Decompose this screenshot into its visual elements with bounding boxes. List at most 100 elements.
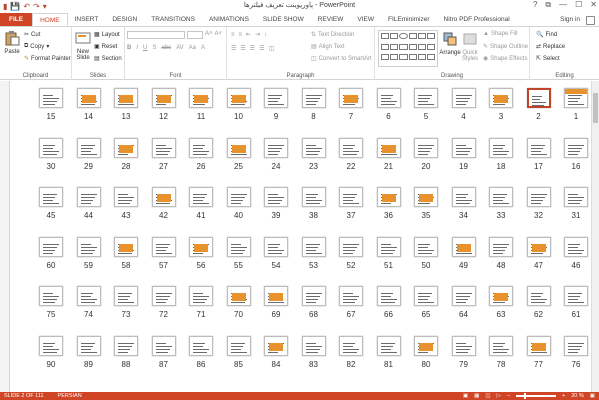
- font-size-input[interactable]: [187, 31, 203, 39]
- slide-thumbnail[interactable]: [189, 236, 213, 257]
- slide-thumbnail[interactable]: [226, 88, 251, 108]
- slide-thumbnail[interactable]: [189, 88, 213, 108]
- slide-thumbnail[interactable]: [489, 137, 513, 158]
- font-name-input[interactable]: [127, 31, 185, 39]
- tab-transitions[interactable]: TRANSITIONS: [144, 13, 202, 26]
- spacing-icon[interactable]: AV: [176, 45, 184, 51]
- slide-thumbnail[interactable]: [39, 335, 63, 356]
- signin-link[interactable]: Sign in: [560, 13, 580, 27]
- slide-thumbnail[interactable]: [526, 335, 551, 356]
- font-grow-shrink[interactable]: A˄ A˅: [205, 31, 222, 37]
- slide-thumbnail[interactable]: [526, 137, 551, 158]
- tab-home[interactable]: HOME: [32, 13, 68, 26]
- slide-thumbnail[interactable]: [376, 286, 401, 306]
- slide-thumbnail[interactable]: [76, 335, 101, 356]
- shape-textbox-icon[interactable]: [381, 33, 390, 39]
- slide-thumbnail[interactable]: [264, 187, 288, 207]
- slideshow-view-icon[interactable]: ▷: [497, 393, 501, 399]
- slide-thumbnail[interactable]: [301, 88, 326, 108]
- tab-nitro-pdf-professional[interactable]: Nitro PDF Professional: [437, 13, 517, 26]
- decrease-indent-icon[interactable]: ⇤: [246, 31, 251, 38]
- slide-thumbnail[interactable]: [564, 187, 588, 207]
- text-direction-button[interactable]: ⇅ Text Direction: [311, 31, 354, 39]
- slide-thumbnail[interactable]: [526, 236, 551, 257]
- slide-thumbnail[interactable]: [564, 286, 588, 306]
- slide-thumbnail[interactable]: [414, 187, 438, 207]
- shape-c-icon[interactable]: [399, 43, 408, 50]
- shape-line-icon[interactable]: [408, 33, 417, 39]
- case-icon[interactable]: Aa: [189, 45, 196, 51]
- copy-button[interactable]: ⧉ Copy ▾: [24, 43, 49, 50]
- vertical-scrollbar[interactable]: [591, 81, 599, 392]
- columns-icon[interactable]: ◫: [269, 45, 275, 52]
- align-right-icon[interactable]: ☰: [250, 45, 255, 52]
- shape-effects-button[interactable]: ◉ Shape Effects: [483, 55, 528, 63]
- slide-thumbnail[interactable]: [414, 236, 438, 257]
- tab-slide-show[interactable]: SLIDE SHOW: [256, 13, 311, 26]
- arrange-button[interactable]: Arrange: [439, 31, 461, 56]
- save-icon[interactable]: 💾: [10, 2, 20, 11]
- layout-button[interactable]: ▦ Layout: [94, 31, 120, 39]
- zoom-slider-thumb[interactable]: [524, 393, 527, 399]
- undo-icon[interactable]: ↶: [23, 2, 30, 11]
- slide-thumbnail[interactable]: [301, 335, 326, 356]
- shape-j-icon[interactable]: [408, 54, 417, 61]
- slide-thumbnail[interactable]: [489, 88, 513, 108]
- slide-thumbnail[interactable]: [414, 137, 438, 158]
- zoom-out-icon[interactable]: −: [507, 393, 510, 399]
- slide-thumbnail[interactable]: [564, 88, 588, 108]
- tab-view[interactable]: VIEW: [350, 13, 381, 26]
- shape-outline-button[interactable]: ✎ Shape Outline: [483, 43, 528, 51]
- shape-i-icon[interactable]: [399, 54, 408, 61]
- slide-thumbnail[interactable]: [301, 137, 326, 158]
- shape-fill-button[interactable]: ▲ Shape Fill: [483, 31, 518, 37]
- slide-thumbnail[interactable]: [376, 236, 401, 257]
- shape-f-icon[interactable]: [426, 43, 435, 50]
- slide-thumbnail[interactable]: [39, 236, 63, 257]
- shape-g-icon[interactable]: [381, 54, 390, 61]
- normal-view-icon[interactable]: ▣: [463, 393, 468, 399]
- slide-thumbnail[interactable]: [151, 137, 176, 158]
- shadow-icon[interactable]: S: [152, 45, 156, 51]
- slide-thumbnail[interactable]: [226, 335, 251, 356]
- justify-icon[interactable]: ☰: [259, 45, 264, 52]
- shape-oval-icon[interactable]: [399, 33, 408, 39]
- paste-button[interactable]: Paste: [3, 30, 21, 55]
- numbering-icon[interactable]: ≡: [239, 32, 243, 38]
- slide-thumbnail[interactable]: [39, 286, 63, 306]
- slide-thumbnail[interactable]: [114, 286, 138, 306]
- align-center-icon[interactable]: ☰: [240, 45, 245, 52]
- slide-thumbnail[interactable]: [114, 335, 138, 356]
- slide-thumbnail[interactable]: [489, 335, 513, 356]
- slide-thumbnail[interactable]: [376, 187, 401, 207]
- zoom-in-icon[interactable]: +: [562, 393, 565, 399]
- slide-thumbnail[interactable]: [489, 236, 513, 257]
- slide-thumbnail[interactable]: [526, 88, 551, 108]
- slide-thumbnail[interactable]: [451, 187, 476, 207]
- slide-thumbnail[interactable]: [301, 236, 326, 257]
- minimize-icon[interactable]: —: [559, 0, 567, 10]
- shape-l-icon[interactable]: [426, 54, 435, 61]
- tab-insert[interactable]: INSERT: [68, 13, 106, 26]
- new-slide-button[interactable]: New Slide: [74, 30, 92, 61]
- slide-thumbnail[interactable]: [76, 236, 101, 257]
- bold-icon[interactable]: B: [127, 45, 131, 51]
- tab-fileminimizer[interactable]: FILEminimizer: [381, 13, 437, 26]
- shape-a-icon[interactable]: [381, 43, 390, 50]
- customize-qat-icon[interactable]: ▾: [43, 2, 47, 11]
- shape-d-icon[interactable]: [408, 43, 417, 50]
- slide-thumbnail[interactable]: [39, 137, 63, 158]
- shapes-gallery[interactable]: [378, 30, 438, 67]
- slide-thumbnail[interactable]: [189, 286, 213, 306]
- slide-thumbnail[interactable]: [301, 187, 326, 207]
- slide-thumbnail[interactable]: [151, 187, 176, 207]
- align-left-icon[interactable]: ☰: [231, 45, 236, 52]
- sorter-view-icon[interactable]: ▦: [474, 393, 479, 399]
- slide-thumbnail[interactable]: [264, 335, 288, 356]
- slide-thumbnail[interactable]: [339, 88, 363, 108]
- section-button[interactable]: ▤ Section: [94, 55, 122, 63]
- slide-thumbnail[interactable]: [189, 335, 213, 356]
- slide-thumbnail[interactable]: [339, 335, 363, 356]
- slide-thumbnail[interactable]: [226, 236, 251, 257]
- redo-icon[interactable]: ↷: [33, 2, 40, 11]
